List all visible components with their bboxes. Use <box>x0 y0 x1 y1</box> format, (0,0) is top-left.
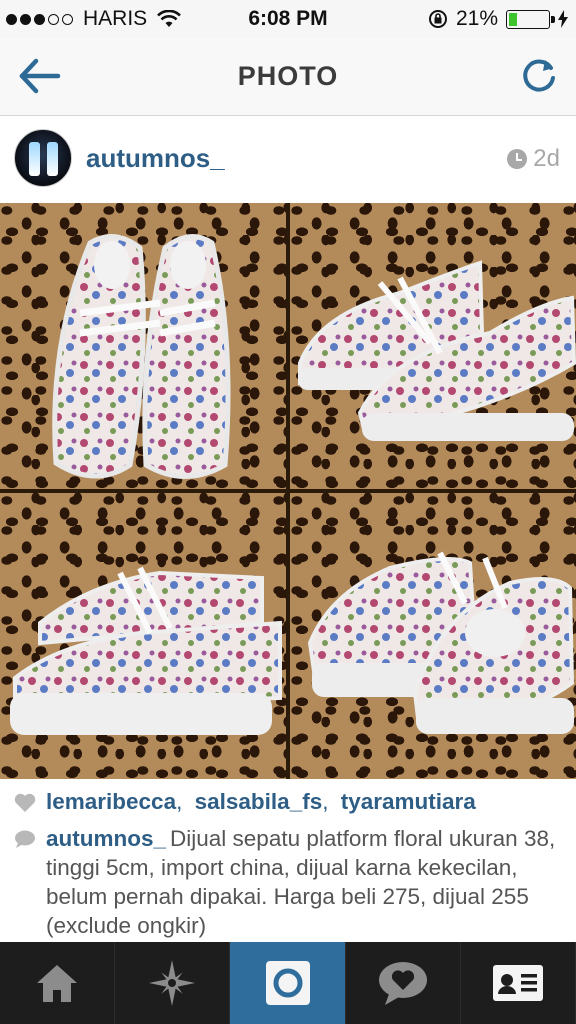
comment-bubble-icon <box>15 830 35 848</box>
tab-activity[interactable] <box>346 942 461 1024</box>
heart-icon <box>14 793 36 812</box>
post-time-ago: 2d <box>533 145 560 172</box>
activity-icon <box>378 962 427 1005</box>
status-right: 21% <box>428 7 568 31</box>
page-title: PHOTO <box>237 61 339 91</box>
photo-tile-shoes-top <box>0 203 286 489</box>
post-time: 2d <box>507 145 560 173</box>
likers-list: lemaribecca, salsabila_fs, tyaramutiara <box>46 789 476 814</box>
tab-camera[interactable] <box>230 942 346 1024</box>
tab-bar <box>0 942 576 1024</box>
charging-bolt-icon <box>558 10 568 28</box>
status-bar: HARIS 6:08 PM 21% <box>0 0 576 38</box>
refresh-icon[interactable] <box>518 56 560 98</box>
caption-text: autumnos_ Dijual sepatu platform floral u… <box>46 824 566 940</box>
home-icon <box>37 965 78 1002</box>
tab-home[interactable] <box>0 942 116 1024</box>
photo-tile-shoes-profile <box>0 493 286 779</box>
post-photo[interactable] <box>0 203 576 779</box>
caption-username[interactable]: autumnos_ <box>46 826 166 851</box>
liker-name[interactable]: tyaramutiara <box>341 789 476 814</box>
explore-icon <box>149 960 196 1006</box>
tab-explore[interactable] <box>115 942 231 1024</box>
avatar[interactable] <box>14 129 72 187</box>
likes-row: lemaribecca, salsabila_fs, tyaramutiara <box>14 789 570 815</box>
photo-tile-shoes-back <box>290 493 576 779</box>
battery-icon <box>506 9 555 29</box>
profile-icon <box>492 965 543 1001</box>
tab-profile[interactable] <box>461 942 576 1024</box>
battery-percent: 21% <box>455 7 498 30</box>
post-username[interactable]: autumnos_ <box>86 143 225 174</box>
caption-row: autumnos_ Dijual sepatu platform floral u… <box>14 824 570 940</box>
nav-bar: PHOTO <box>0 38 576 116</box>
liker-name[interactable]: lemaribecca <box>46 789 176 814</box>
photo-tile-shoes-side <box>290 203 576 489</box>
rotation-lock-icon <box>428 10 447 28</box>
post-header: autumnos_ 2d <box>0 117 576 203</box>
clock-icon <box>507 149 528 169</box>
liker-name[interactable]: salsabila_fs <box>195 789 323 814</box>
camera-icon <box>265 961 310 1005</box>
